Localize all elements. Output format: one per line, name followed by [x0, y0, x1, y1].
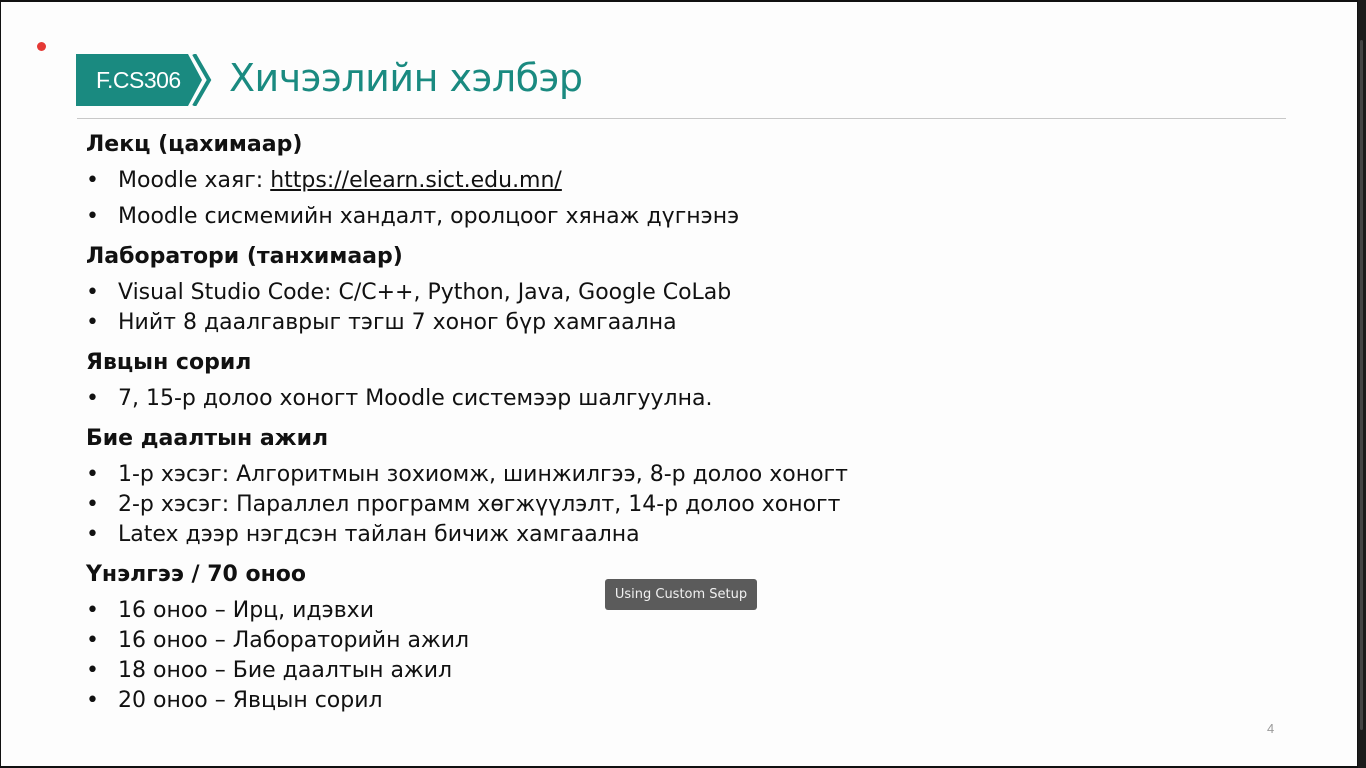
moodle-link[interactable]: https://elearn.sict.edu.mn/ [270, 168, 562, 193]
list-item: • Moodle хаяг: https://elearn.sict.edu.m… [86, 166, 1236, 196]
laser-pointer-dot [37, 42, 46, 51]
list-item-text: 20 оноо – Явцын сорил [118, 688, 383, 713]
list-item: • Нийт 8 даалгаврыг тэгш 7 хоног бүр хам… [86, 308, 1236, 338]
presentation-slide: F.CS306 Хичээлийн хэлбэр Лекц (цахимаар)… [1, 2, 1357, 766]
setup-tooltip: Using Custom Setup [605, 579, 757, 610]
course-code: F.CS306 [96, 67, 181, 93]
bullet-icon: • [86, 492, 99, 517]
bullet-icon: • [86, 168, 99, 193]
list-item: • Visual Studio Code: C/C++, Python, Jav… [86, 278, 1236, 308]
list-item-text: 16 оноо – Ирц, идэвхи [118, 598, 374, 623]
list-item-text: Moodle хаяг: [118, 168, 271, 193]
bullet-icon: • [86, 522, 99, 547]
bullet-list: • Moodle хаяг: https://elearn.sict.edu.m… [86, 166, 1236, 232]
bullet-icon: • [86, 204, 99, 229]
list-item: • Moodle сисмемийн хандалт, оролцоог хян… [86, 202, 1236, 232]
bullet-list: • 1-р хэсэг: Алгоритмын зохиомж, шинжилг… [86, 460, 1236, 550]
bullet-list: • 16 оноо – Ирц, идэвхи • 16 оноо – Лабо… [86, 596, 1236, 716]
section-heading: Лекц (цахимаар) [86, 132, 303, 157]
list-item: • 20 оноо – Явцын сорил [86, 686, 1236, 716]
page-number: 4 [1267, 721, 1275, 736]
bullet-icon: • [86, 280, 99, 305]
list-item-text: Нийт 8 даалгаврыг тэгш 7 хоног бүр хамга… [118, 310, 677, 335]
list-item-text: 2-р хэсэг: Параллел программ хөгжүүлэлт,… [118, 492, 841, 517]
bullet-icon: • [86, 386, 99, 411]
list-item-text: Visual Studio Code: C/C++, Python, Java,… [118, 280, 732, 305]
bullet-icon: • [86, 462, 99, 487]
bullet-icon: • [86, 688, 99, 713]
list-item: • 2-р хэсэг: Параллел программ хөгжүүлэл… [86, 490, 1236, 520]
list-item: • 1-р хэсэг: Алгоритмын зохиомж, шинжилг… [86, 460, 1236, 490]
course-tag: F.CS306 [76, 54, 216, 106]
bullet-icon: • [86, 310, 99, 335]
section-heading: Лаборатори (танхимаар) [86, 244, 403, 269]
bullet-icon: • [86, 598, 99, 623]
bullet-icon: • [86, 658, 99, 683]
section-heading: Бие даалтын ажил [86, 426, 329, 451]
list-item-text: 7, 15-р долоо хоногт Moodle системээр ша… [118, 386, 713, 411]
list-item-text: 18 оноо – Бие даалтын ажил [118, 658, 453, 683]
section-heading: Явцын сорил [86, 350, 252, 375]
list-item-text: 1-р хэсэг: Алгоритмын зохиомж, шинжилгээ… [118, 462, 848, 487]
bullet-list: • Visual Studio Code: C/C++, Python, Jav… [86, 278, 1236, 338]
bullet-list: • 7, 15-р долоо хоногт Moodle системээр … [86, 384, 1236, 414]
list-item: • 7, 15-р долоо хоногт Moodle системээр … [86, 384, 1236, 414]
slide-content: Лекц (цахимаар) • Moodle хаяг: https://e… [86, 130, 1236, 716]
list-item-text: 16 оноо – Лабораторийн ажил [118, 628, 470, 653]
list-item-text: Moodle сисмемийн хандалт, оролцоог хянаж… [118, 204, 740, 229]
list-item: • 18 оноо – Бие даалтын ажил [86, 656, 1236, 686]
list-item: • 16 оноо – Лабораторийн ажил [86, 626, 1236, 656]
title-divider [77, 118, 1286, 119]
slide-title: Хичээлийн хэлбэр [229, 56, 583, 100]
scrollbar[interactable] [1358, 0, 1366, 768]
list-item: • Latex дээр нэгдсэн тайлан бичиж хамгаа… [86, 520, 1236, 550]
bullet-icon: • [86, 628, 99, 653]
list-item-text: Latex дээр нэгдсэн тайлан бичиж хамгаалн… [118, 522, 640, 547]
